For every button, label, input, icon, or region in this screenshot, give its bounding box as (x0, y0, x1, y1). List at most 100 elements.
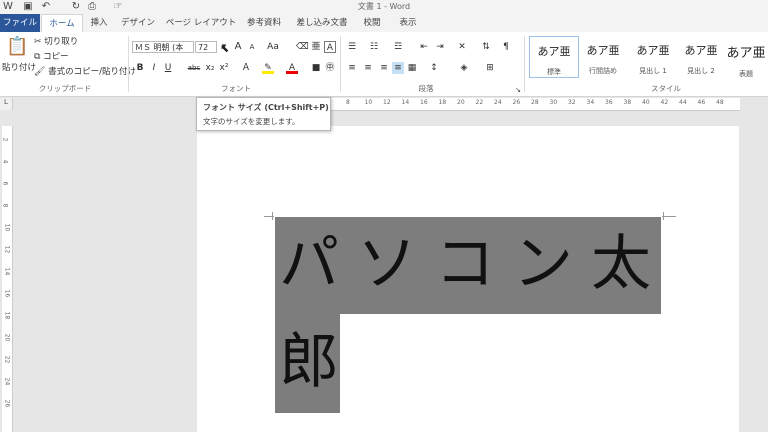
phonetic-guide-icon[interactable]: 亜 (310, 41, 322, 53)
ruler-number: 28 (531, 99, 539, 106)
change-case-button[interactable]: Aa (264, 41, 282, 53)
sort-icon[interactable]: ⇅ (480, 41, 492, 53)
scissors-icon: ✂ (34, 37, 42, 47)
clear-format-icon[interactable]: ⌫ (296, 41, 309, 53)
tab-review[interactable]: 校閲 (360, 14, 384, 32)
ruler-number: 22 (475, 99, 484, 106)
ruler-number: 14 (3, 267, 11, 276)
font-group-label: フォント (221, 84, 251, 93)
ruler-number: 46 (697, 99, 706, 106)
shading-icon[interactable]: ◈ (458, 62, 470, 74)
redo-icon[interactable]: ↻ (70, 1, 82, 13)
strikethrough-button[interactable]: abc (186, 62, 202, 74)
font-size-tooltip: フォント サイズ (Ctrl+Shift+P) 文字のサイズを変更します。 (196, 97, 331, 131)
distributed-icon[interactable]: ▦ (406, 62, 418, 74)
tab-home[interactable]: ホーム (41, 14, 83, 33)
crop-mark (662, 216, 676, 217)
ruler-number: 4 (1, 159, 9, 164)
tab-insert[interactable]: 挿入 (84, 14, 114, 32)
style-name: 表題 (739, 70, 753, 78)
copy-button[interactable]: ⧉ コピー (34, 51, 69, 63)
bold-button[interactable]: B (134, 62, 146, 74)
borders-icon[interactable]: ⊞ (484, 62, 496, 74)
paragraph-group-label: 段落 (418, 84, 434, 93)
ribbon: 📋 貼り付け ✂ 切り取り ⧉ コピー 🖌 書式のコピー/貼り付け クリップボー… (0, 32, 768, 97)
increase-indent-icon[interactable]: ⇥ (434, 41, 446, 53)
character-shading-icon[interactable]: ■ (310, 62, 322, 74)
paste-button[interactable]: 📋 (6, 36, 28, 58)
highlight-icon[interactable]: ✎ (262, 62, 274, 74)
justify-icon[interactable]: ≡ (392, 62, 404, 74)
decrease-indent-icon[interactable]: ⇤ (418, 41, 430, 53)
align-right-icon[interactable]: ≡ (378, 62, 390, 74)
ruler-number: 18 (438, 99, 447, 106)
font-color-icon[interactable]: A (286, 62, 298, 74)
word-icon: W (3, 1, 13, 12)
style-normal[interactable]: あア亜 標準 (529, 36, 579, 78)
font-name-combo[interactable]: ＭＳ 明朝 (本 (132, 41, 194, 53)
align-center-icon[interactable]: ≡ (362, 62, 374, 74)
style-heading-2[interactable]: あア亜 見出し 2 (677, 36, 725, 76)
ruler-number: 16 (420, 99, 428, 106)
touch-mode-icon[interactable]: ☞ (112, 1, 124, 13)
numbering-icon[interactable]: ☷ (368, 41, 380, 53)
document-text-line-1[interactable]: パソコン太 (279, 234, 669, 294)
underline-button[interactable]: U (162, 62, 174, 74)
shrink-font-button[interactable]: A (246, 41, 258, 53)
subscript-button[interactable]: x₂ (204, 62, 216, 74)
ruler-number: 12 (383, 99, 391, 106)
enclose-characters-icon[interactable]: ㊥ (324, 62, 336, 74)
dialog-launcher-icon[interactable]: ↘ (512, 84, 524, 96)
ruler-number: 8 (1, 203, 9, 208)
character-border-icon[interactable]: A (324, 41, 336, 53)
document-text-line-2[interactable]: 郎 (279, 332, 339, 392)
ruler-number: 34 (586, 99, 595, 106)
ruler-number: 38 (623, 99, 632, 106)
save-icon[interactable]: ▣ (22, 1, 34, 13)
italic-button[interactable]: I (148, 62, 160, 74)
cut-button[interactable]: ✂ 切り取り (34, 36, 78, 48)
divider (524, 36, 525, 92)
ruler-number: 48 (716, 99, 724, 106)
tab-layout[interactable]: ページ レイアウト (164, 14, 238, 32)
undo-icon[interactable]: ↶ (40, 1, 52, 13)
show-marks-icon[interactable]: ¶ (500, 41, 512, 53)
vertical-ruler[interactable]: 2 4 6 8 10 12 14 16 18 20 22 24 26 (1, 126, 13, 432)
multilevel-list-icon[interactable]: ☲ (392, 41, 404, 53)
bullets-icon[interactable]: ☰ (346, 41, 358, 53)
copy-icon: ⧉ (34, 52, 41, 62)
tab-references[interactable]: 参考資料 (244, 14, 284, 32)
ruler-number: 24 (494, 99, 502, 106)
ruler-number: 32 (568, 99, 576, 106)
ruler-number: 8 (346, 99, 350, 106)
tab-view[interactable]: 表示 (396, 14, 420, 32)
format-painter-button[interactable]: 🖌 書式のコピー/貼り付け (34, 66, 136, 78)
asian-layout-icon[interactable]: ✕ (456, 41, 468, 53)
style-heading-1[interactable]: あア亜 見出し 1 (629, 36, 677, 76)
ruler-number: 22 (3, 355, 11, 364)
ruler-number: 26 (3, 399, 11, 408)
line-spacing-icon[interactable]: ↕ (428, 62, 440, 74)
grow-font-button[interactable]: A (232, 41, 244, 53)
tab-design[interactable]: デザイン (118, 14, 158, 32)
copy-label: コピー (43, 52, 69, 62)
ruler-number: 10 (3, 223, 11, 232)
font-size-combo[interactable]: 72 (195, 41, 217, 53)
style-name: 行間詰め (589, 67, 617, 75)
style-sample: あア亜 (586, 44, 620, 57)
print-preview-icon[interactable]: ⎙ (86, 1, 98, 13)
superscript-button[interactable]: x² (218, 62, 230, 74)
title-bar: W ▣ ↶ ↻ ⎙ ☞ 文書 1 - Word (0, 0, 768, 14)
cut-label: 切り取り (44, 37, 79, 47)
style-title[interactable]: あア亜 表題 (724, 36, 768, 78)
style-no-spacing[interactable]: あア亜 行間詰め (579, 36, 627, 76)
tab-file[interactable]: ファイル (0, 14, 40, 32)
align-left-icon[interactable]: ≡ (346, 62, 358, 74)
text-effects-icon[interactable]: Ａ (240, 62, 252, 74)
tab-mailings[interactable]: 差し込み文書 (290, 14, 354, 32)
ruler-number: 6 (1, 181, 9, 186)
ruler-tab-selector[interactable]: L (0, 98, 13, 110)
tooltip-title: フォント サイズ (Ctrl+Shift+P) (203, 103, 329, 112)
style-sample: あア亜 (636, 44, 670, 57)
ruler-number: 42 (660, 99, 669, 106)
